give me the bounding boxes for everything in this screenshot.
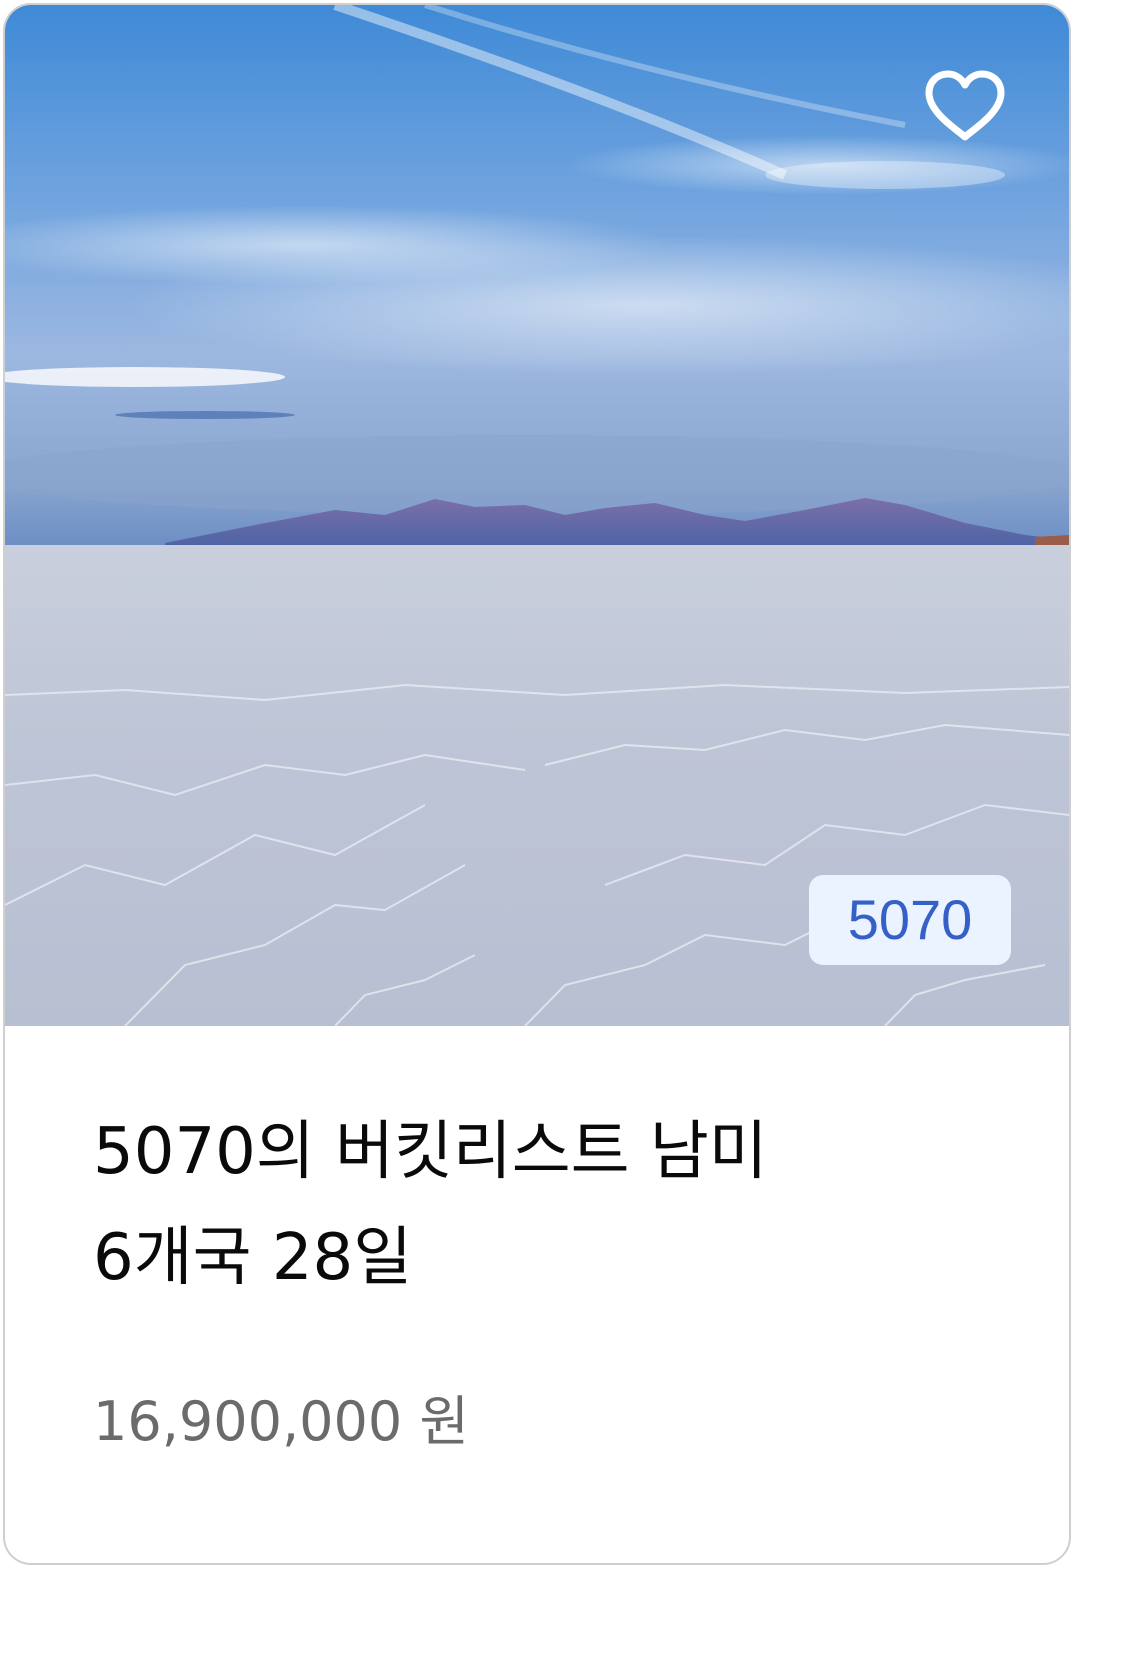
tour-title[interactable]: 5070의 버킷리스트 남미 6개국 28일 — [93, 1099, 993, 1311]
tour-price: 16,900,000 원 — [93, 1390, 470, 1453]
salt-flat-image — [5, 5, 1069, 1026]
tour-photo[interactable]: 5070 — [5, 5, 1069, 1026]
age-group-badge: 5070 — [809, 875, 1011, 965]
heart-outline-icon — [925, 70, 1005, 141]
tour-title-line1: 5070의 버킷리스트 남미 — [93, 1115, 768, 1189]
favorite-button[interactable] — [923, 69, 1007, 143]
tour-product-card[interactable]: 5070 5070의 버킷리스트 남미 6개국 28일 16,900,000 원 — [3, 3, 1071, 1565]
tour-title-line2: 6개국 28일 — [93, 1221, 413, 1295]
